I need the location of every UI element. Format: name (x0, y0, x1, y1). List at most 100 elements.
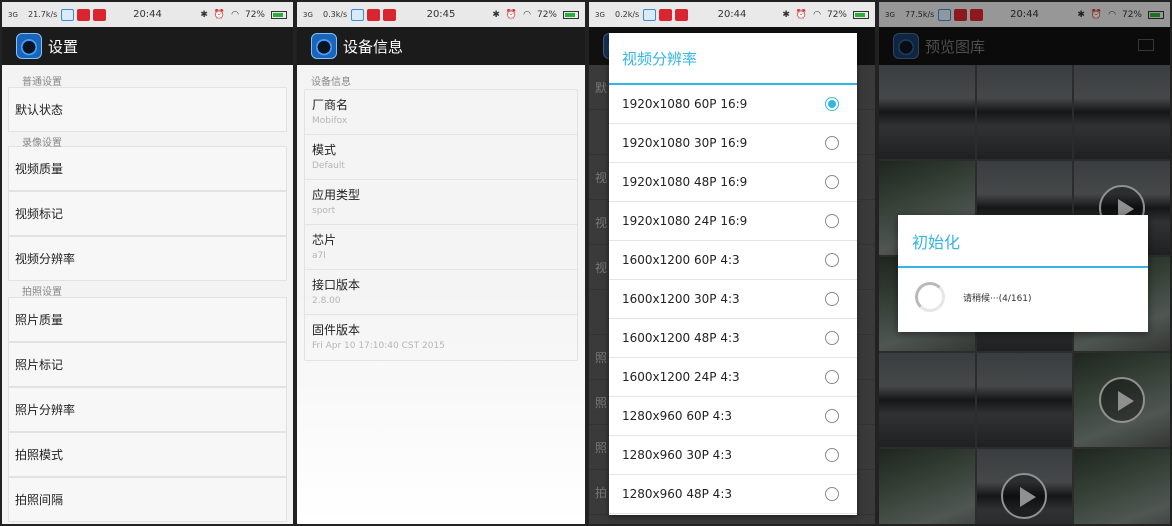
resolution-option-label: 1280x960 60P 4:3 (622, 409, 732, 423)
dialog-title: 初始化 (898, 215, 1148, 268)
signal-icon: 3G (303, 10, 313, 19)
status-bar: 3G 0.3k/s 20:45 ✱ ⏰ ◠ 72% (297, 2, 585, 27)
app-logo-icon[interactable] (16, 33, 42, 59)
device-info-list: 厂商名 Mobifox 模式 Default 应用类型 sport 芯片 a7l 接口版… (304, 89, 578, 361)
settings-item-video-resolution[interactable]: 视频分辨率 (8, 236, 287, 281)
info-key: 厂商名 (312, 98, 349, 112)
notification-icons (61, 8, 107, 21)
battery-percent: 72% (536, 9, 557, 20)
signal-icon: 3G (595, 10, 605, 19)
resolution-option[interactable]: 1920x1080 24P 16:9 (609, 202, 857, 241)
wifi-icon: ◠ (231, 9, 239, 20)
info-value: Fri Apr 10 17:10:40 CST 2015 (312, 341, 445, 351)
settings-item-photo-resolution[interactable]: 照片分辨率 (8, 387, 287, 432)
info-item-app-type: 应用类型 sport (305, 180, 577, 225)
gallery-screen: 3G 77.5k/s 20:44 ✱ ⏰ ◠ 72% 预览图库 初始化 请稍候···(… (877, 0, 1172, 526)
app-notification-icon (367, 8, 381, 21)
dialog-title: 视频分辨率 (609, 33, 857, 85)
resolution-option[interactable]: 1600x1200 60P 4:3 (609, 241, 857, 280)
page-title: 设置 (48, 37, 79, 56)
section-title: 普通设置 (22, 77, 62, 88)
status-bar: 3G 0.2k/s 20:44 ✱ ⏰ ◠ 72% (589, 2, 875, 27)
info-value: sport (312, 206, 336, 216)
resolution-option-label: 1600x1200 24P 4:3 (622, 370, 740, 384)
radio-selected-icon[interactable] (825, 97, 839, 111)
status-bar: 3G 21.7k/s 20:44 ✱ ⏰ ◠ 72% (2, 2, 293, 27)
info-key: 芯片 (312, 233, 337, 247)
status-time: 20:45 (426, 9, 456, 20)
app-logo-icon[interactable] (311, 33, 337, 59)
bluetooth-icon: ✱ (782, 9, 790, 20)
info-value: a7l (312, 251, 326, 261)
image-notification-icon (351, 8, 365, 21)
info-value: Default (312, 161, 345, 171)
resolution-option-label: 1920x1080 24P 16:9 (622, 214, 748, 228)
radio-unselected-icon[interactable] (825, 448, 839, 462)
radio-unselected-icon[interactable] (825, 487, 839, 501)
settings-item-photo-quality[interactable]: 照片质量 (8, 297, 287, 342)
resolution-option[interactable]: 1280x960 60P 4:3 (609, 397, 857, 436)
bluetooth-icon: ✱ (200, 9, 208, 20)
resolution-option[interactable]: 1280x960 30P 4:3 (609, 436, 857, 475)
app-bar: 设备信息 (297, 27, 585, 65)
alarm-icon: ⏰ (505, 9, 518, 20)
signal-icon: 3G (8, 10, 18, 19)
alarm-icon: ⏰ (795, 9, 808, 20)
resolution-option[interactable]: 1280x960 48P 4:3 (609, 475, 857, 514)
settings-item-photo-mark[interactable]: 照片标记 (8, 342, 287, 387)
battery-percent: 72% (244, 9, 265, 20)
settings-item-shoot-interval[interactable]: 拍照间隔 (8, 477, 287, 522)
app-notification-icon (93, 8, 107, 21)
info-key: 应用类型 (312, 188, 361, 202)
battery-icon (271, 10, 287, 19)
resolution-option[interactable]: 1600x1200 30P 4:3 (609, 280, 857, 319)
battery-percent: 72% (826, 9, 847, 20)
loading-spinner-icon (915, 282, 945, 312)
video-resolution-screen: 3G 0.2k/s 20:44 ✱ ⏰ ◠ 72% 默 视 视 视 照 照 照 拍 视… (587, 0, 877, 526)
resolution-option[interactable]: 1600x1200 24P 4:3 (609, 358, 857, 397)
info-value: Mobifox (312, 116, 348, 126)
image-notification-icon (61, 8, 75, 21)
resolution-option-label: 1600x1200 60P 4:3 (622, 253, 740, 267)
settings-item-video-quality[interactable]: 视频质量 (8, 146, 287, 191)
radio-unselected-icon[interactable] (825, 331, 839, 345)
radio-unselected-icon[interactable] (825, 253, 839, 267)
radio-unselected-icon[interactable] (825, 214, 839, 228)
battery-icon (563, 10, 579, 19)
info-key: 固件版本 (312, 323, 361, 337)
app-notification-icon (383, 8, 397, 21)
alarm-icon: ⏰ (213, 9, 226, 20)
resolution-option[interactable]: 1920x1080 30P 16:9 (609, 124, 857, 163)
resolution-option[interactable]: 1920x1080 60P 16:9 (609, 85, 857, 124)
notification-icons (643, 8, 689, 21)
bluetooth-icon: ✱ (492, 9, 500, 20)
radio-unselected-icon[interactable] (825, 409, 839, 423)
app-notification-icon (675, 8, 689, 21)
network-speed: 0.3k/s (323, 10, 348, 19)
info-item-firmware-version: 固件版本 Fri Apr 10 17:10:40 CST 2015 (305, 315, 577, 360)
resolution-options: 1920x1080 60P 16:9 1920x1080 30P 16:9 1920… (609, 85, 857, 514)
status-time: 20:44 (133, 9, 162, 20)
image-notification-icon (643, 8, 657, 21)
settings-item-shoot-mode[interactable]: 拍照模式 (8, 432, 287, 477)
settings-item-video-mark[interactable]: 视频标记 (8, 191, 287, 236)
radio-unselected-icon[interactable] (825, 370, 839, 384)
settings-item-default-state[interactable]: 默认状态 (8, 87, 287, 132)
resolution-option-label: 1280x960 48P 4:3 (622, 487, 732, 501)
resolution-dialog: 视频分辨率 1920x1080 60P 16:9 1920x1080 30P 16… (609, 33, 857, 515)
info-item-api-version: 接口版本 2.8.00 (305, 270, 577, 315)
resolution-option-label: 1920x1080 60P 16:9 (622, 97, 748, 111)
radio-unselected-icon[interactable] (825, 175, 839, 189)
resolution-option[interactable]: 1920x1080 48P 16:9 (609, 163, 857, 202)
app-bar: 设置 (2, 27, 293, 65)
radio-unselected-icon[interactable] (825, 136, 839, 150)
status-time: 20:44 (717, 9, 747, 20)
wifi-icon: ◠ (523, 9, 531, 20)
resolution-option-label: 1920x1080 48P 16:9 (622, 175, 748, 189)
app-notification-icon (77, 8, 91, 21)
section-title: 设备信息 (311, 77, 351, 88)
radio-unselected-icon[interactable] (825, 292, 839, 306)
section-title: 录像设置 (22, 138, 62, 149)
resolution-option[interactable]: 1600x1200 48P 4:3 (609, 319, 857, 358)
wifi-icon: ◠ (813, 9, 821, 20)
